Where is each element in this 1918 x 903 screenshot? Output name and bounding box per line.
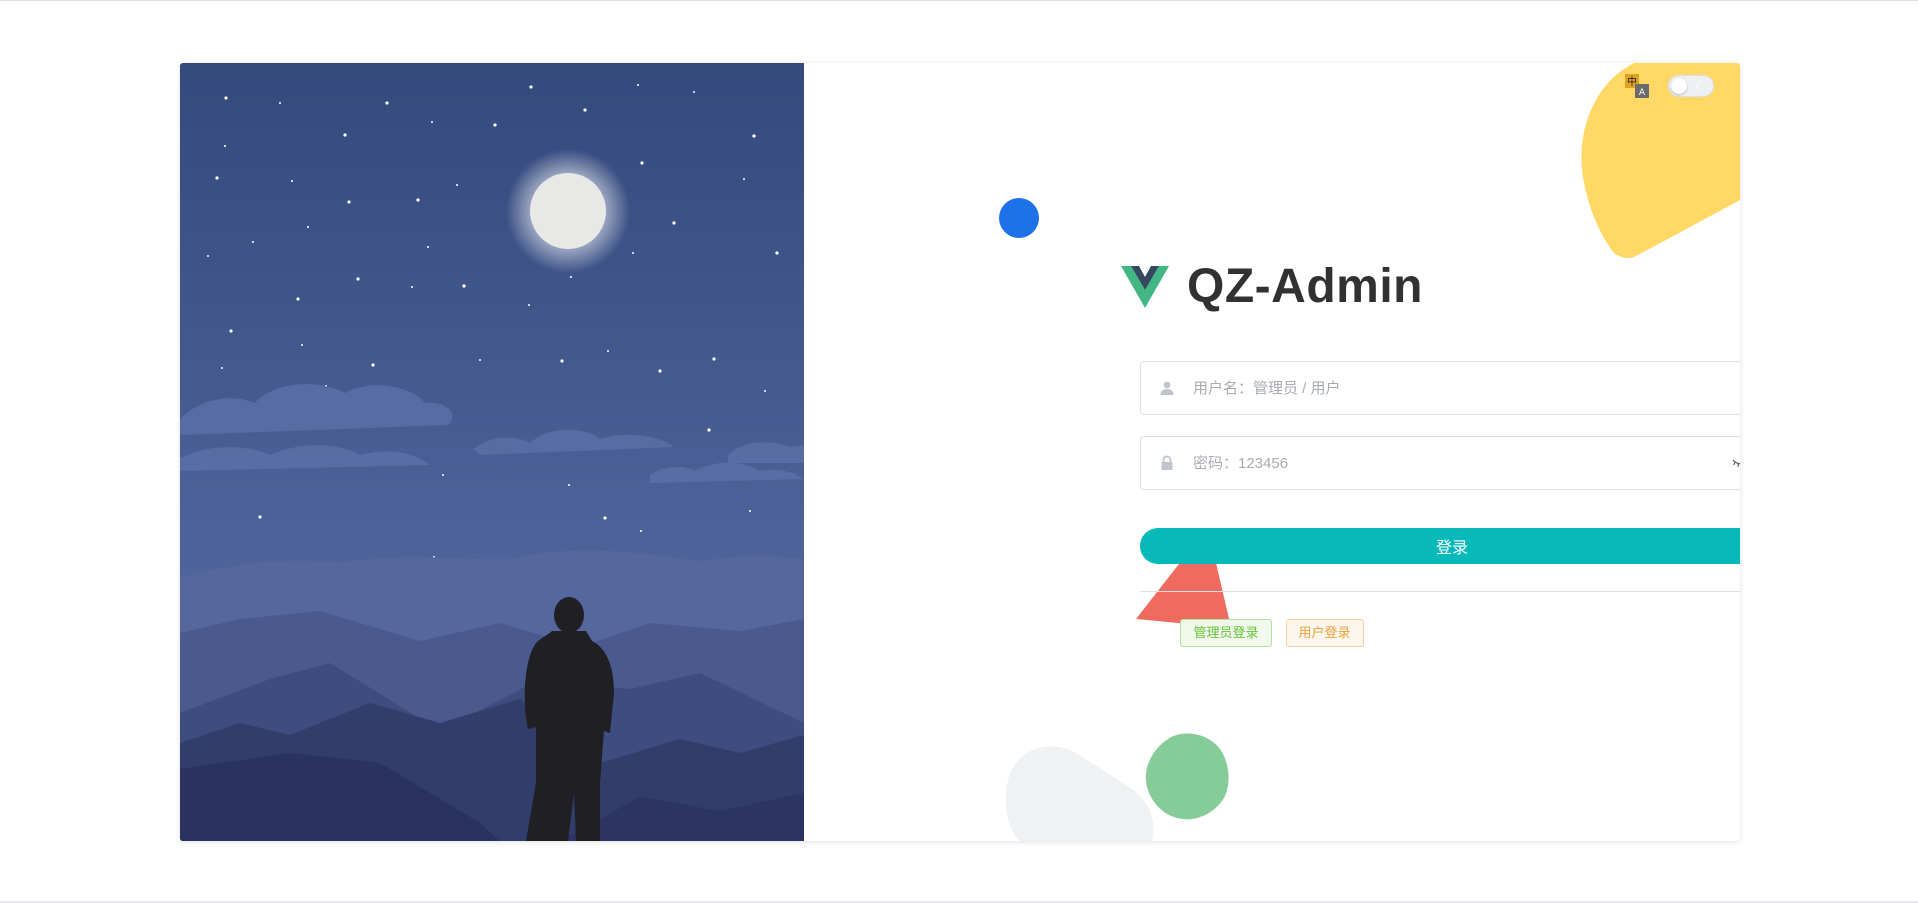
quick-login-options: 管理员登录 用户登录 [804, 619, 1740, 647]
app-title: QZ-Admin [1187, 260, 1423, 313]
login-card: 中 A ☾ QZ-Admin 用户名：管理员 / 用户 登录 管理员登录 用户登… [180, 63, 1740, 841]
lock-icon [1141, 455, 1193, 471]
gray-pill-decoration [1005, 746, 1154, 841]
user-icon [1141, 380, 1193, 396]
username-field[interactable] [1140, 361, 1740, 415]
moon-icon: ☾ [1695, 79, 1706, 93]
login-panel: 中 A ☾ QZ-Admin 用户名：管理员 / 用户 登录 管理员登录 用户登… [804, 63, 1740, 841]
blue-circle-decoration [999, 198, 1039, 238]
login-button[interactable]: 登录 [1140, 528, 1740, 564]
dark-mode-toggle[interactable]: ☾ [1668, 75, 1714, 97]
form-divider [1140, 591, 1740, 592]
top-toolbar: 中 A ☾ [1624, 73, 1714, 99]
user-login-tag[interactable]: 用户登录 [1285, 619, 1364, 647]
toggle-knob [1671, 78, 1687, 94]
moon [530, 173, 606, 249]
night-landscape-illustration [180, 63, 804, 841]
translate-icon[interactable]: 中 A [1624, 73, 1650, 99]
password-field[interactable] [1140, 436, 1740, 490]
password-input[interactable] [1193, 437, 1719, 489]
username-input[interactable] [1193, 362, 1740, 414]
vue-logo-icon [1121, 265, 1170, 308]
window-top-border [0, 0, 1918, 1]
admin-login-tag[interactable]: 管理员登录 [1180, 619, 1272, 647]
eye-closed-icon[interactable] [1719, 458, 1740, 468]
brand-header: QZ-Admin [804, 259, 1740, 314]
svg-text:A: A [1639, 88, 1646, 98]
night-landscape-illustration-svg [180, 63, 804, 841]
